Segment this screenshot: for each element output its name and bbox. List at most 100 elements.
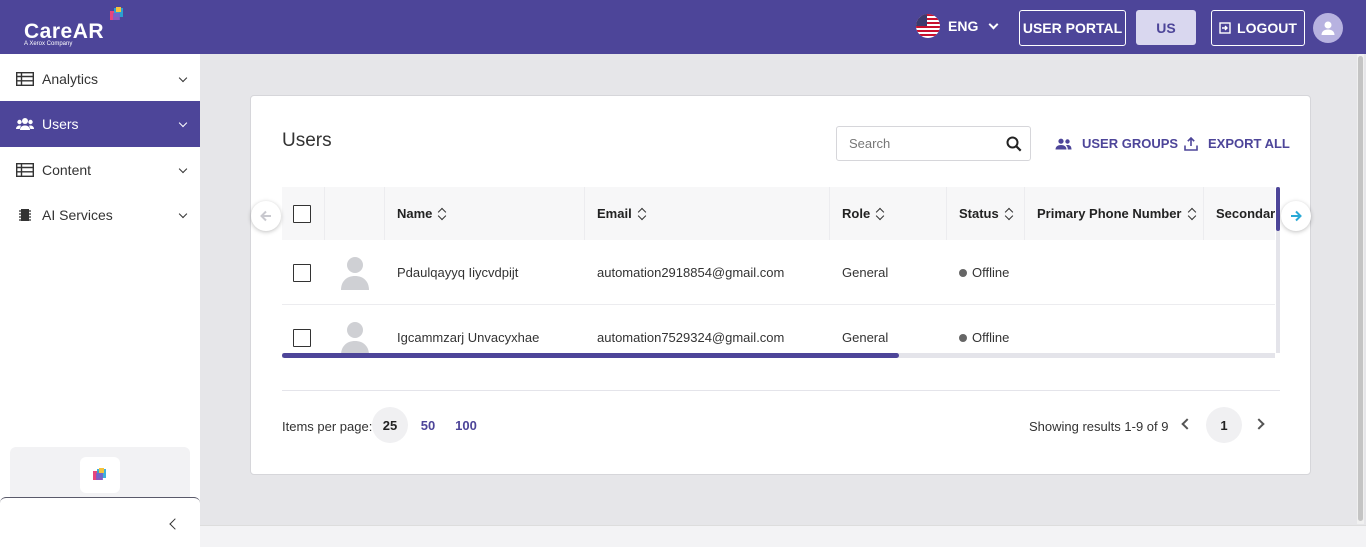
user-role: General (842, 265, 889, 280)
arrow-left-icon (260, 210, 271, 222)
arrow-right-icon (1291, 210, 1302, 222)
results-count: Showing results 1-9 of 9 (1029, 419, 1169, 434)
user-name: Pdaulqayyq Iiycvdpijt (397, 265, 519, 280)
sidebar-item-label: Users (42, 116, 79, 132)
table-row[interactable]: Pdaulqayyq Iiycvdpijt automation2918854@… (282, 240, 1275, 305)
sidebar-item-content[interactable]: Content (0, 147, 200, 193)
page-scrollbar-thumb[interactable] (1358, 56, 1363, 521)
logo-subtitle: A Xerox Company (24, 41, 73, 47)
user-icon (1321, 21, 1335, 35)
user-avatar-icon (341, 256, 369, 290)
logout-label: LOGOUT (1237, 20, 1297, 36)
items-per-page-100[interactable]: 100 (448, 407, 484, 443)
status-badge: Offline (959, 240, 1009, 305)
column-label: Email (597, 206, 632, 221)
group-icon (1055, 138, 1072, 149)
column-label: Role (842, 206, 871, 221)
status-dot-icon (959, 268, 967, 277)
chevron-down-icon (988, 19, 999, 29)
user-role: General (842, 330, 889, 345)
export-all-label: EXPORT ALL (1208, 136, 1290, 151)
logo-cube-icon (110, 7, 123, 20)
sort-icon (438, 208, 446, 220)
chevron-down-icon (178, 164, 188, 174)
column-header-status[interactable]: Status (947, 187, 1025, 240)
previous-page-icon[interactable] (1181, 418, 1193, 430)
status-label: Offline (972, 330, 1010, 345)
next-page-icon[interactable] (1253, 418, 1265, 430)
top-header: CareAR A Xerox Company ENG USER PORTAL U… (0, 0, 1366, 54)
select-all-checkbox[interactable] (293, 204, 311, 223)
divider (282, 390, 1280, 391)
status-dot-icon (959, 333, 967, 342)
user-email: automation2918854@gmail.com (597, 265, 785, 280)
sidebar-item-label: AI Services (42, 207, 113, 223)
sidebar-item-users[interactable]: Users (0, 101, 200, 147)
column-header-name[interactable]: Name (385, 187, 585, 240)
items-per-page-50[interactable]: 50 (410, 407, 446, 443)
app-logo-icon[interactable] (80, 457, 120, 493)
us-flag-icon (916, 14, 940, 38)
sidebar-footer (0, 497, 200, 547)
search-box (836, 126, 1031, 161)
column-label: Primary Phone Number (1037, 206, 1182, 221)
table-horizontal-scrollbar-thumb[interactable] (282, 353, 899, 358)
column-header-secondary[interactable]: Secondary (1204, 187, 1275, 240)
table-row[interactable]: Igcammzarj Unvacyxhae automation7529324@… (282, 305, 1275, 357)
users-table: Name Email Role Status Primary Phone Num… (282, 187, 1275, 357)
user-portal-button[interactable]: USER PORTAL (1019, 10, 1126, 46)
avatar-column-header (325, 187, 385, 240)
table-icon (16, 71, 34, 87)
users-icon (16, 116, 34, 132)
sidebar: Analytics Users Content AI Services (0, 54, 200, 547)
column-header-role[interactable]: Role (830, 187, 947, 240)
search-icon[interactable] (1006, 136, 1022, 152)
column-label: Secondary (1216, 206, 1275, 221)
profile-avatar[interactable] (1313, 13, 1343, 43)
table-header: Name Email Role Status Primary Phone Num… (282, 187, 1275, 240)
chip-icon (16, 207, 34, 223)
export-all-button[interactable]: EXPORT ALL (1184, 136, 1290, 151)
logout-icon (1219, 22, 1231, 34)
chevron-down-icon (178, 73, 188, 83)
region-button[interactable]: US (1136, 10, 1196, 45)
column-header-email[interactable]: Email (585, 187, 830, 240)
collapse-sidebar-icon[interactable] (169, 518, 181, 530)
language-label: ENG (948, 18, 979, 34)
select-all-cell (282, 187, 325, 240)
user-groups-label: USER GROUPS (1082, 136, 1179, 151)
status-badge: Offline (959, 305, 1009, 357)
column-header-primary-phone[interactable]: Primary Phone Number (1025, 187, 1204, 240)
chevron-down-icon (178, 118, 188, 128)
sidebar-item-label: Content (42, 162, 92, 178)
table-vertical-scrollbar-thumb[interactable] (1276, 187, 1280, 231)
items-per-page-25[interactable]: 25 (372, 407, 408, 443)
row-checkbox[interactable] (293, 328, 311, 347)
sort-icon (1005, 208, 1013, 220)
column-label: Status (959, 206, 999, 221)
chevron-down-icon (178, 209, 188, 219)
sort-icon (1188, 208, 1196, 220)
user-name: Igcammzarj Unvacyxhae (397, 330, 540, 345)
row-checkbox[interactable] (293, 263, 311, 282)
sidebar-item-label: Analytics (42, 71, 99, 87)
scroll-right-button[interactable] (1281, 201, 1311, 231)
user-email: automation7529324@gmail.com (597, 330, 785, 345)
items-per-page-label: Items per page: (282, 419, 373, 434)
carear-logo[interactable]: CareAR A Xerox Company (22, 6, 132, 50)
sort-icon (638, 208, 646, 220)
column-label: Name (397, 206, 433, 221)
language-selector[interactable]: ENG (916, 13, 999, 39)
search-input[interactable] (837, 127, 1002, 160)
page-title: Users (282, 130, 332, 151)
sort-icon (876, 208, 884, 220)
user-groups-button[interactable]: USER GROUPS (1055, 136, 1178, 151)
user-avatar-icon (341, 321, 369, 355)
sidebar-item-analytics[interactable]: Analytics (0, 56, 200, 102)
upload-icon (1184, 136, 1198, 151)
logout-button[interactable]: LOGOUT (1211, 10, 1305, 46)
sidebar-item-ai-services[interactable]: AI Services (0, 192, 200, 238)
status-label: Offline (972, 265, 1010, 280)
scroll-left-button[interactable] (251, 201, 281, 231)
page-number-button[interactable]: 1 (1206, 407, 1242, 443)
